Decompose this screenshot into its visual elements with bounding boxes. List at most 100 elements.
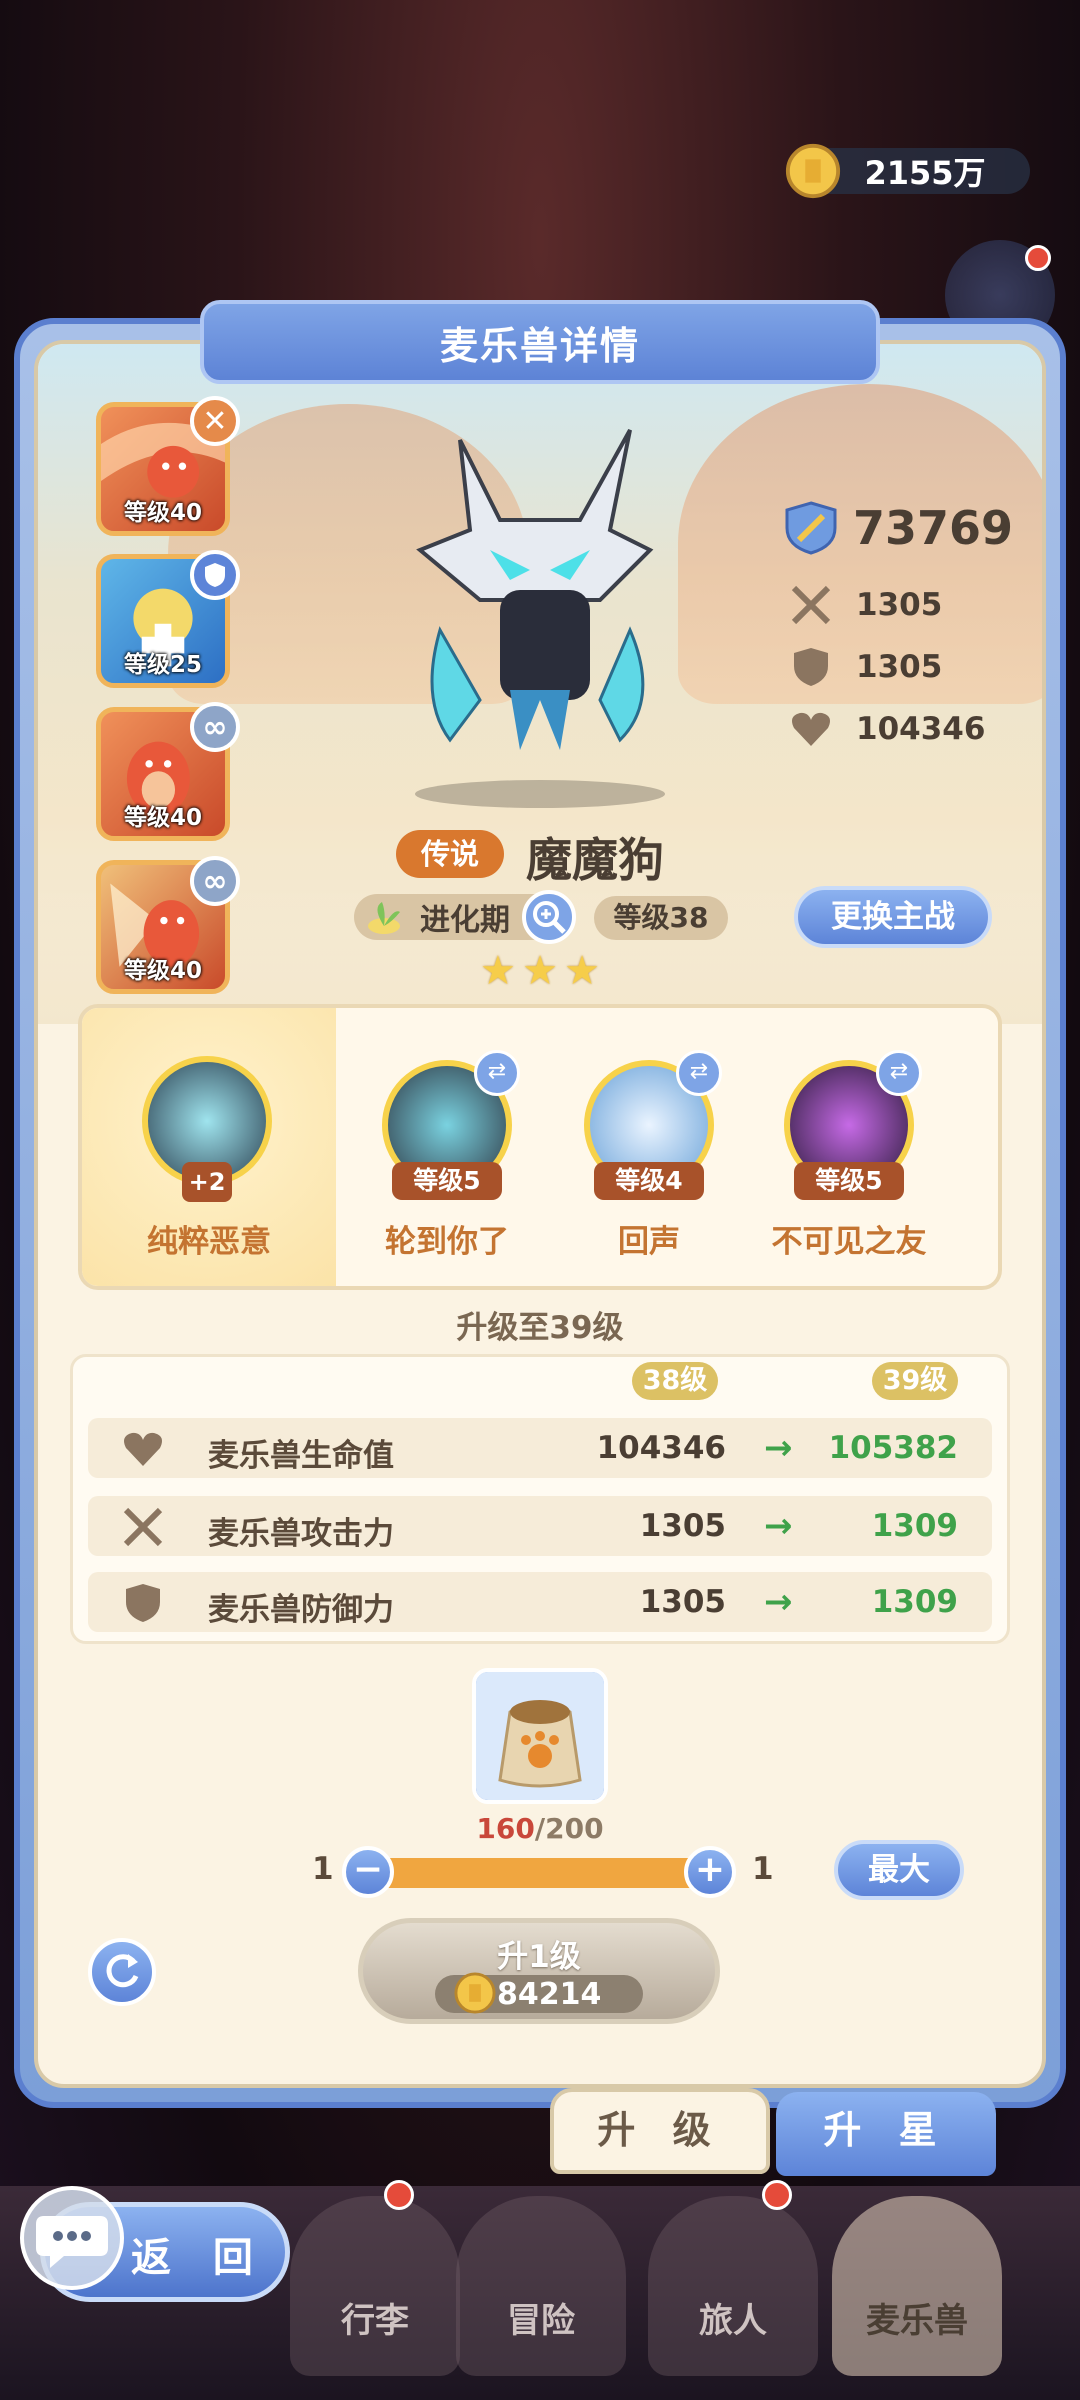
skill-name: 轮到你了	[385, 1224, 509, 1260]
heart-icon	[124, 1432, 162, 1466]
team-slot-level: 等级40	[123, 805, 202, 831]
max-button[interactable]: 最大	[834, 1840, 964, 1900]
item-have: 160	[476, 1812, 535, 1845]
team-slot-level: 等级40	[123, 958, 202, 984]
monster-level: 等级38	[594, 896, 728, 940]
defense-value: 1305	[856, 649, 943, 685]
attack-value: 1305	[856, 587, 943, 623]
shield-icon	[794, 648, 828, 686]
swap-icon[interactable]: ⇄	[676, 1050, 722, 1096]
table-row: 麦乐兽防御力 1305 → 1309	[88, 1572, 992, 1632]
coin-icon	[454, 1972, 496, 2014]
link-badge-icon: ∞	[190, 856, 240, 906]
monster-shadow	[415, 780, 665, 808]
skill-bonus-badge: +2	[182, 1162, 232, 1202]
stat-current: 1305	[639, 1508, 726, 1544]
link-badge-icon: ∞	[190, 702, 240, 752]
notification-dot	[1025, 245, 1051, 271]
level-up-label: 升1级	[497, 1939, 581, 1975]
nav-item-travelers[interactable]: 旅人	[648, 2196, 818, 2376]
change-main-button[interactable]: 更换主战	[794, 886, 992, 948]
nav-label: 冒险	[507, 2301, 575, 2341]
star-icon: ★	[480, 948, 516, 994]
notification-dot	[384, 2180, 414, 2210]
nav-item-adventure[interactable]: 冒险	[456, 2196, 626, 2376]
nav-item-bag[interactable]: 行李	[290, 2196, 460, 2376]
swap-icon[interactable]: ⇄	[474, 1050, 520, 1096]
stat-label: 麦乐兽防御力	[208, 1592, 394, 1628]
minus-button[interactable]: −	[342, 1846, 394, 1898]
item-need: /200	[534, 1812, 604, 1845]
stat-next: 105382	[828, 1430, 958, 1466]
skill-level: 等级4	[594, 1162, 704, 1200]
food-bag-item[interactable]	[472, 1668, 608, 1804]
skill-name: 回声	[618, 1224, 680, 1260]
shield-icon	[126, 1584, 160, 1622]
tab-star-up[interactable]: 升 星	[776, 2092, 996, 2176]
table-row: 麦乐兽攻击力 1305 → 1309	[88, 1496, 992, 1556]
shield-badge-icon	[190, 550, 240, 600]
power-shield-icon	[785, 501, 837, 555]
hp-stat: 104346	[790, 708, 985, 750]
skill-level: 等级5	[794, 1162, 904, 1200]
food-bag-icon	[476, 1672, 604, 1800]
gold-amount: 2155万	[864, 154, 986, 192]
panel-title: 麦乐兽详情	[439, 323, 640, 368]
chat-icon[interactable]	[20, 2186, 124, 2290]
gold-currency-pill: 2155万	[785, 143, 1030, 199]
stat-next: 1309	[871, 1508, 958, 1544]
monster-portrait	[416, 429, 654, 750]
monster-name: 魔魔狗	[526, 833, 664, 887]
swords-icon	[791, 585, 831, 625]
skill-name: 不可见之友	[771, 1224, 927, 1260]
stat-label: 麦乐兽攻击力	[208, 1516, 394, 1552]
table-row: 麦乐兽生命值 104346 → 105382	[88, 1418, 992, 1478]
team-slot-level: 等级25	[123, 652, 202, 678]
coin-icon	[785, 143, 841, 199]
star-icon: ★	[564, 948, 600, 994]
nav-item-monsters[interactable]: 麦乐兽	[832, 2196, 1002, 2376]
stat-label: 麦乐兽生命值	[208, 1438, 394, 1474]
arrow-right-icon: →	[764, 1428, 793, 1468]
level-up-button[interactable]: 升1级 84214	[358, 1918, 720, 2024]
current-level-badge: 38级	[632, 1362, 718, 1400]
remove-badge-icon[interactable]: ✕	[190, 396, 240, 446]
stat-current: 104346	[596, 1430, 726, 1466]
arrow-right-icon: →	[764, 1582, 793, 1622]
team-slot-level: 等级40	[123, 500, 202, 526]
quantity-slider[interactable]	[370, 1858, 710, 1888]
back-label: 返 回	[131, 2235, 267, 2281]
skill-level: 等级5	[392, 1162, 502, 1200]
swap-icon[interactable]: ⇄	[876, 1050, 922, 1096]
nav-label: 旅人	[699, 2301, 767, 2341]
skill-name: 纯粹恶意	[147, 1224, 271, 1260]
notification-dot	[762, 2180, 792, 2210]
zoom-icon[interactable]	[522, 890, 576, 944]
nav-label: 行李	[341, 2301, 409, 2341]
stat-current: 1305	[639, 1584, 726, 1620]
next-level-badge: 39级	[872, 1362, 958, 1400]
tab-upgrade[interactable]: 升 级	[550, 2088, 770, 2174]
star-rating: ★ ★ ★	[480, 948, 600, 994]
sprout-icon	[368, 902, 400, 934]
attack-stat: 1305	[790, 584, 942, 626]
swords-icon	[123, 1507, 163, 1547]
defense-stat: 1305	[790, 646, 942, 688]
upgrade-title: 升级至39级	[456, 1310, 624, 1346]
stage-label: 进化期	[420, 903, 510, 938]
rarity-badge: 传说	[396, 830, 504, 878]
stat-next: 1309	[871, 1584, 958, 1620]
plus-button[interactable]: +	[684, 1846, 736, 1898]
refresh-icon[interactable]	[88, 1938, 156, 2006]
level-up-cost-value: 84214	[497, 1976, 602, 2012]
title-banner: 麦乐兽详情	[200, 300, 880, 384]
power-stat: 73769	[783, 500, 1013, 556]
nav-label: 麦乐兽	[866, 2301, 968, 2341]
arrow-right-icon: →	[764, 1506, 793, 1546]
slider-max-value: 1	[752, 1851, 774, 1887]
level-up-cost: 84214	[435, 1972, 643, 2014]
slider-min-value: 1	[312, 1851, 334, 1887]
star-icon: ★	[522, 948, 558, 994]
power-value: 73769	[853, 501, 1014, 555]
hp-value: 104346	[856, 711, 986, 747]
